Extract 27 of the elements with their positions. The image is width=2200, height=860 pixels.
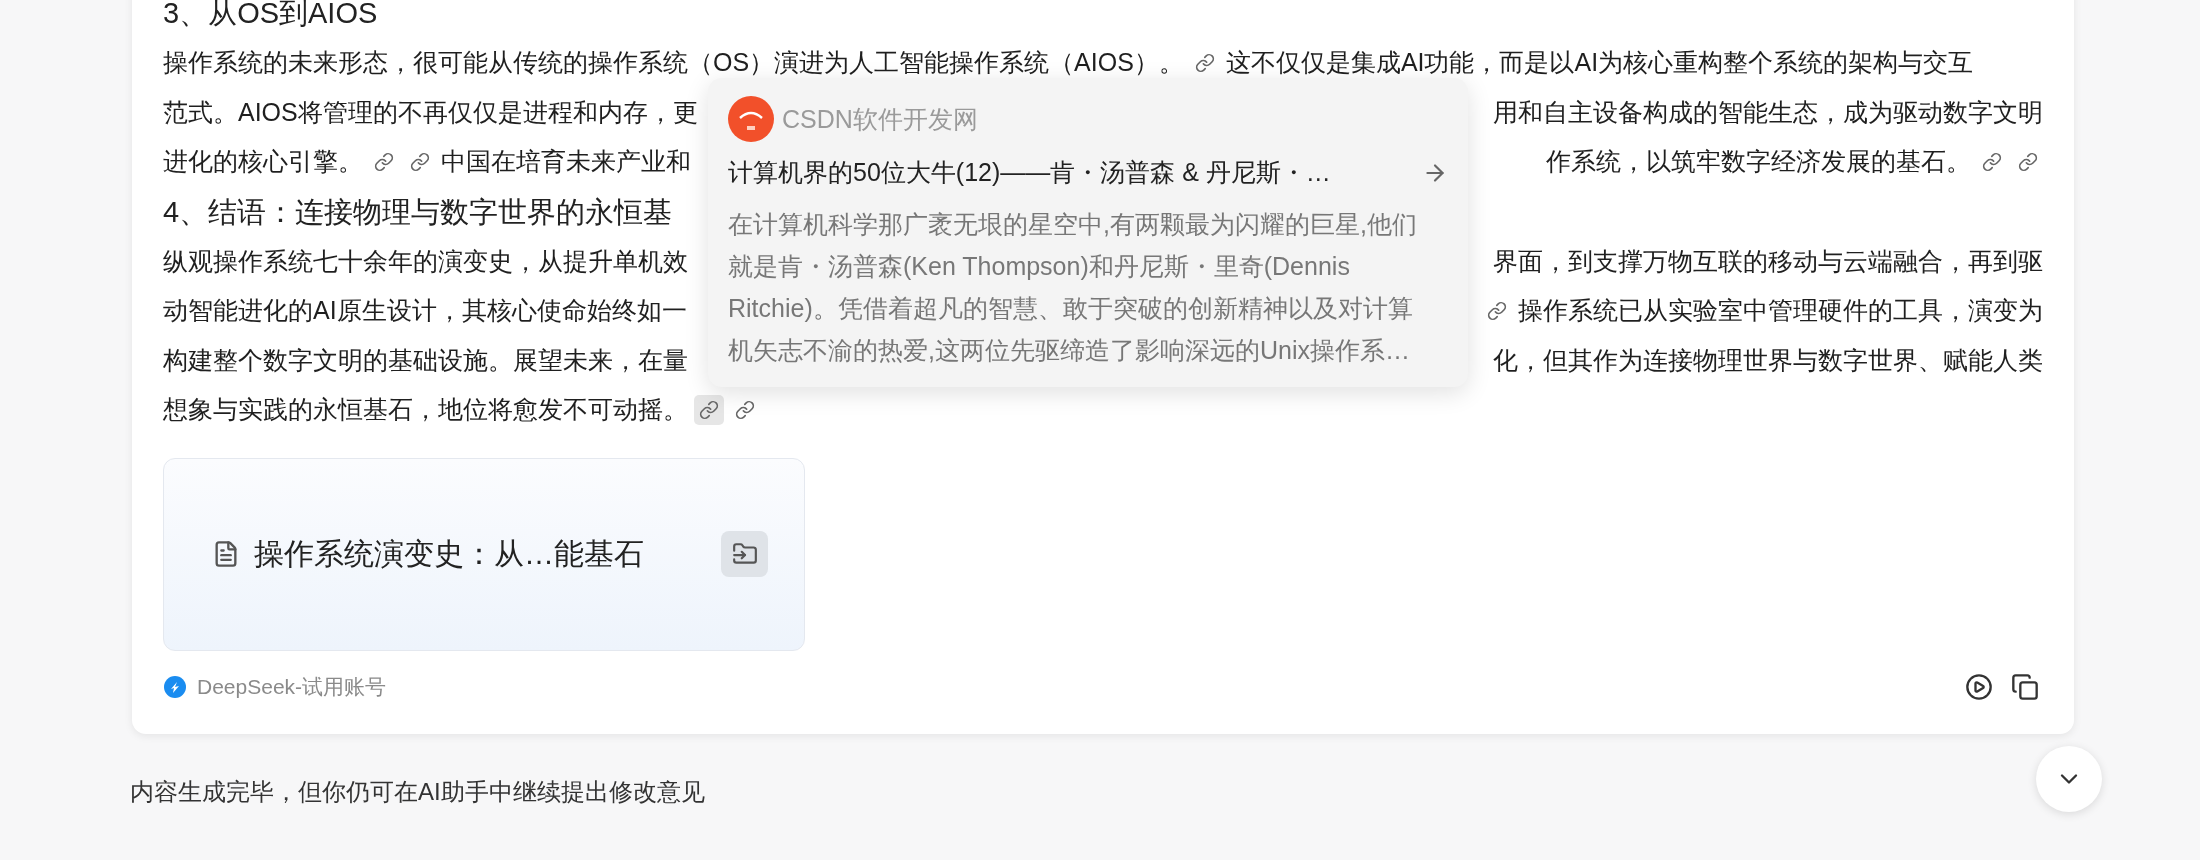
paragraph-text: 纵观操作系统七十余年的演变史，从提升单机效 [163,245,688,277]
paragraph-text: 操作系统已从实验室中管理硬件的工具，演变为 [1518,295,2043,327]
status-message: 内容生成完毕，但你仍可在AI助手中继续提出修改意见 [130,777,705,807]
logo-icon [728,96,774,142]
model-label: DeepSeek-试用账号 [197,673,388,700]
paragraph-text: 范式。AIOS将管理的不再仅仅是进程和内存，更 [163,96,698,128]
paragraph-text: 想象与实践的永恒基石，地位将愈发不可动摇。 [163,394,688,426]
paragraph-text: 构建整个数字文明的基础设施。展望未来，在量 [163,344,688,376]
paragraph-text: 操作系统的未来形态，很可能从传统的操作系统（OS）演进为人工智能操作系统（AIOS）。 [163,47,1184,79]
paragraph-text: 界面，到支撑万物互联的移动与云端融合，再到驱 [1493,245,2043,277]
link-icon[interactable] [694,394,724,425]
paragraph-text: 这不仅仅是集成AI功能，而是以AI为核心重构整个系统的架构与交互 [1225,47,1974,79]
paragraph-text: 动智能进化的AI原生设计，其核心使命始终如一 [163,295,687,327]
document-card[interactable]: 操作系统演变史：从…能基石 [163,457,805,651]
paragraph-text: 化，但其作为连接物理世界与数字世界、赋能人类 [1493,344,2043,376]
open-button[interactable] [721,531,768,577]
article-summary: 在计算机科学那广袤无垠的星空中,有两颗最为闪耀的巨星,他们就是肯・汤普森(Ken Thompson)和丹尼斯・里奇(Dennis Ritchie)。凭借着超凡的智慧、敢于突破的创新精神以及对计算机矢志不渝的热爱,这两位先驱缔造了影响深远的Unix操作系… [728,209,1418,366]
section-heading: 4、结语：连接物理与数字世界的永恒基 [163,194,673,230]
paragraph-text: 进化的核心引擎。 [163,146,363,178]
section-heading: 3、从OS到AIOS [163,0,378,31]
source-name: CSDN软件开发网 [782,103,978,135]
article-title[interactable]: 计算机界的50位大牛(12)——肯・汤普森 & 丹尼斯・… [728,156,1331,189]
model-icon [163,674,187,699]
paragraph-text: 作系统，以筑牢数字经济发展的基石。 [1546,146,1971,178]
document-title: 操作系统演变史：从…能基石 [254,535,645,572]
paragraph-text: 中国在培育未来产业和 [441,146,691,178]
paragraph-text: 用和自主设备构成的智能生态，成为驱动数字文明 [1493,96,2043,128]
